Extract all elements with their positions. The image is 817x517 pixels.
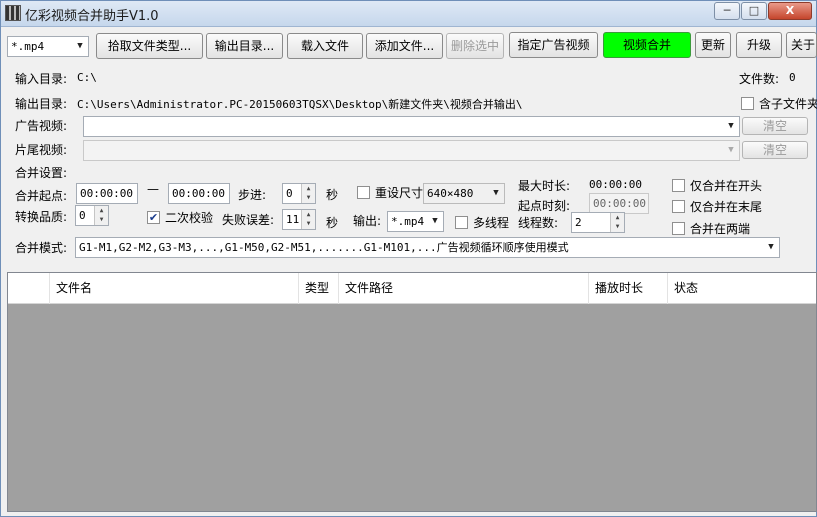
tail-video-select[interactable]: ▼ bbox=[83, 140, 740, 161]
start-moment-input[interactable]: 00:00:00 bbox=[589, 193, 649, 214]
seconds-unit-label: 秒 bbox=[326, 188, 339, 202]
output-dir-value: C:\Users\Administrator.PC-20150603TQSX\D… bbox=[77, 98, 523, 111]
range-dash: — bbox=[147, 182, 159, 196]
file-count-value: 0 bbox=[789, 71, 796, 84]
input-dir-label: 输入目录: bbox=[15, 72, 68, 86]
merge-mode-label: 合并模式: bbox=[15, 241, 68, 255]
max-duration-label: 最大时长: bbox=[518, 179, 571, 193]
quality-label: 转换品质: bbox=[15, 210, 68, 224]
only-start-label: 仅合并在开头 bbox=[690, 179, 763, 193]
multithread-checkbox[interactable] bbox=[455, 216, 468, 229]
resize-label: 重设尺寸 bbox=[375, 186, 424, 200]
window-title: 亿彩视频合并助手V1.0 bbox=[25, 9, 159, 24]
tail-clear-button[interactable]: 清空 bbox=[742, 141, 808, 159]
output-format-select[interactable]: *.mp4 ▼ bbox=[387, 211, 444, 232]
resize-select[interactable]: 640×480 ▼ bbox=[423, 183, 505, 204]
spin-arrows-icon[interactable]: ▲ ▼ bbox=[301, 210, 315, 229]
merge-mode-select[interactable]: G1-M1,G2-M2,G3-M3,...,G1-M50,G2-M51,....… bbox=[75, 237, 780, 258]
spin-arrows-icon[interactable]: ▲ ▼ bbox=[301, 184, 315, 203]
both-ends-checkbox[interactable] bbox=[672, 222, 685, 235]
recheck-checkbox[interactable]: ✔ bbox=[147, 211, 160, 224]
merge-start-label: 合并起点: bbox=[15, 189, 68, 203]
only-end-checkbox[interactable] bbox=[672, 200, 685, 213]
main-window: 亿彩视频合并助手V1.0 ─ □ X *.mp4 ▼ 拾取文件类型... 输出目… bbox=[0, 0, 817, 517]
set-ad-video-button[interactable]: 指定广告视频 bbox=[509, 32, 598, 58]
max-duration-value: 00:00:00 bbox=[589, 178, 642, 191]
maximize-button[interactable]: □ bbox=[741, 2, 767, 20]
ad-clear-button[interactable]: 清空 bbox=[742, 117, 808, 135]
step-value: 0 bbox=[286, 187, 293, 200]
close-button[interactable]: X bbox=[768, 2, 812, 20]
app-film-icon bbox=[5, 5, 21, 21]
include-subfolders-checkbox[interactable] bbox=[741, 97, 754, 110]
merge-start-time-input[interactable]: 00:00:00 bbox=[76, 183, 138, 204]
file-list-header: 文件名 类型 文件路径 播放时长 状态 bbox=[8, 273, 816, 304]
file-count-label: 文件数: bbox=[739, 72, 780, 86]
quality-stepper[interactable]: 0 ▲ ▼ bbox=[75, 205, 109, 226]
about-button[interactable]: 关于 bbox=[786, 32, 817, 58]
ad-video-select[interactable]: ▼ bbox=[83, 116, 740, 137]
output-dir-label: 输出目录: bbox=[15, 97, 68, 111]
thread-count-value: 2 bbox=[575, 216, 582, 229]
delete-selected-button[interactable]: 删除选中 bbox=[446, 33, 504, 59]
step-stepper[interactable]: 0 ▲ ▼ bbox=[282, 183, 316, 204]
file-type-filter-value: *.mp4 bbox=[11, 40, 45, 53]
thread-count-stepper[interactable]: 2 ▲ ▼ bbox=[571, 212, 625, 233]
ad-video-label: 广告视频: bbox=[15, 119, 68, 133]
chevron-down-icon: ▼ bbox=[493, 188, 499, 198]
tail-video-label: 片尾视频: bbox=[15, 143, 68, 157]
upgrade-button[interactable]: 升级 bbox=[736, 32, 782, 58]
column-header-status[interactable]: 状态 bbox=[668, 273, 814, 304]
minimize-button[interactable]: ─ bbox=[714, 2, 740, 20]
fail-error-stepper[interactable]: 11 ▲ ▼ bbox=[282, 209, 316, 230]
chevron-down-icon: ▼ bbox=[728, 145, 734, 155]
thread-count-label: 线程数: bbox=[518, 216, 559, 230]
merge-settings-label: 合并设置: bbox=[15, 166, 68, 180]
chevron-down-icon: ▼ bbox=[728, 121, 734, 131]
input-dir-value: C:\ bbox=[77, 71, 97, 84]
output-directory-button[interactable]: 输出目录... bbox=[206, 33, 283, 59]
resize-value: 640×480 bbox=[427, 187, 474, 200]
merge-mode-value: G1-M1,G2-M2,G3-M3,...,G1-M50,G2-M51,....… bbox=[79, 241, 569, 254]
column-header-filename[interactable]: 文件名 bbox=[50, 273, 299, 304]
output-format-label: 输出: bbox=[353, 214, 382, 228]
chevron-down-icon: ▼ bbox=[768, 242, 774, 252]
step-label: 步进: bbox=[238, 188, 267, 202]
include-subfolders-label: 含子文件夹 bbox=[759, 97, 817, 111]
chevron-down-icon: ▼ bbox=[77, 41, 83, 51]
spin-arrows-icon[interactable]: ▲ ▼ bbox=[94, 206, 108, 225]
merge-video-button[interactable]: 视频合并 bbox=[603, 32, 691, 58]
start-moment-label: 起点时刻: bbox=[518, 199, 571, 213]
column-header-index[interactable] bbox=[8, 273, 50, 304]
fail-error-value: 11 bbox=[286, 213, 300, 226]
only-start-checkbox[interactable] bbox=[672, 179, 685, 192]
both-ends-label: 合并在两端 bbox=[690, 222, 751, 236]
seconds-unit-label-2: 秒 bbox=[326, 216, 339, 230]
output-format-value: *.mp4 bbox=[391, 215, 425, 228]
quality-value: 0 bbox=[79, 209, 86, 222]
file-list[interactable]: 文件名 类型 文件路径 播放时长 状态 bbox=[7, 272, 817, 512]
recheck-label: 二次校验 bbox=[165, 211, 214, 225]
resize-checkbox[interactable] bbox=[357, 186, 370, 199]
column-header-type[interactable]: 类型 bbox=[299, 273, 339, 304]
only-end-label: 仅合并在末尾 bbox=[690, 200, 763, 214]
file-type-filter-select[interactable]: *.mp4 ▼ bbox=[7, 36, 89, 57]
chevron-down-icon: ▼ bbox=[432, 216, 438, 226]
multithread-label: 多线程 bbox=[473, 216, 510, 230]
pick-file-types-button[interactable]: 拾取文件类型... bbox=[96, 33, 203, 59]
merge-end-time-input[interactable]: 00:00:00 bbox=[168, 183, 230, 204]
refresh-button[interactable]: 更新 bbox=[695, 32, 731, 58]
fail-error-label: 失败误差: bbox=[222, 213, 275, 227]
column-header-path[interactable]: 文件路径 bbox=[339, 273, 589, 304]
title-bar[interactable]: 亿彩视频合并助手V1.0 ─ □ X bbox=[1, 1, 816, 27]
add-files-button[interactable]: 添加文件... bbox=[366, 33, 443, 59]
column-header-duration[interactable]: 播放时长 bbox=[589, 273, 668, 304]
spin-arrows-icon[interactable]: ▲ ▼ bbox=[610, 213, 624, 232]
load-files-button[interactable]: 载入文件 bbox=[287, 33, 363, 59]
